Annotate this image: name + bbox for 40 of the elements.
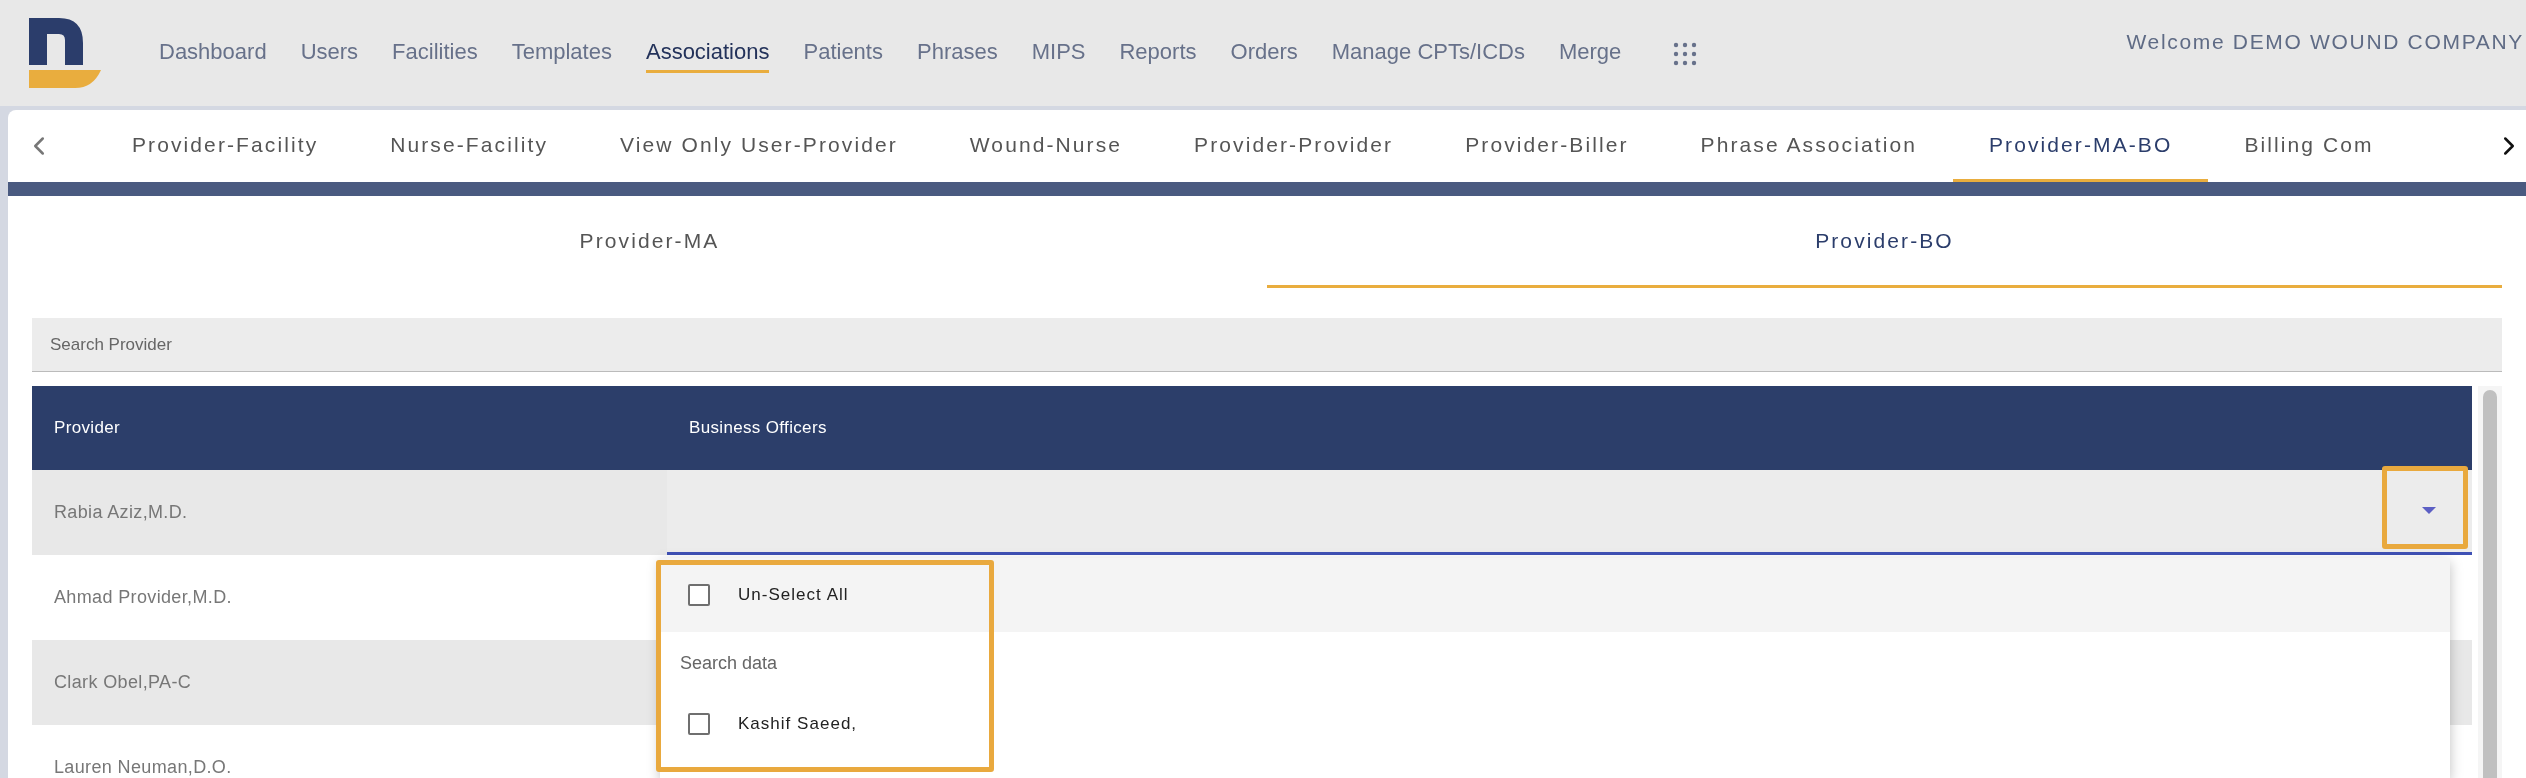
welcome-text: Welcome DEMO WOUND COMPANY (2126, 29, 2525, 55)
tab[interactable]: Provider-Provider (1158, 110, 1430, 182)
nav-link[interactable]: Reports (1119, 35, 1197, 73)
apps-grid-icon[interactable] (1673, 42, 1698, 66)
tab[interactable]: Wound-Nurse (933, 110, 1159, 182)
nav-link[interactable]: Facilities (392, 35, 478, 73)
search-data-field[interactable]: Search data (674, 643, 964, 683)
dropdown-arrow-icon[interactable] (2422, 507, 2436, 515)
checkbox[interactable] (688, 584, 710, 606)
sub-tab[interactable]: Provider-MA (32, 196, 1267, 288)
nav-link[interactable]: Templates (511, 35, 612, 73)
nav-link[interactable]: MIPS (1031, 35, 1086, 73)
tab[interactable]: Provider-Facility (96, 110, 355, 182)
tab[interactable]: Phrase Association (1664, 110, 1953, 182)
nav-link[interactable]: Manage CPTs/ICDs (1331, 35, 1525, 73)
nav-link[interactable]: Orders (1230, 35, 1298, 73)
table-cell-text: Lauren Neuman,D.O. (54, 756, 232, 778)
sub-tab[interactable]: Provider-BO (1267, 196, 2502, 288)
nav-link[interactable]: Associations (645, 35, 770, 73)
tab[interactable]: Provider-Biller (1429, 110, 1665, 182)
menu-item[interactable]: Un-Select All (660, 558, 2450, 632)
nav-link[interactable]: Patients (803, 35, 883, 73)
search-field[interactable]: Search Provider (32, 318, 2502, 372)
column-header: Business Officers (688, 417, 828, 440)
table-cell-text: Clark Obel,PA-C (54, 671, 192, 694)
menu-item-label: Kashif Saeed, (738, 713, 858, 736)
menu-item[interactable]: Kashif Saeed, (674, 694, 974, 754)
menu-item-label: Un-Select All (738, 584, 849, 607)
nav-link[interactable]: Users (300, 35, 359, 73)
select-field[interactable] (667, 470, 2472, 555)
nav-link[interactable]: Merge (1558, 35, 1622, 73)
tab[interactable]: Nurse-Facility (354, 110, 584, 182)
checkbox[interactable] (688, 713, 710, 735)
nav-link[interactable]: Dashboard (159, 35, 267, 73)
tab[interactable]: Billing Com (2208, 110, 2410, 182)
nav-link[interactable]: Phrases (916, 35, 998, 73)
table-cell-text: Rabia Aziz,M.D. (54, 501, 188, 524)
tab[interactable]: View Only User-Provider (584, 110, 934, 182)
column-header: Provider (53, 417, 122, 440)
table-cell-text: Ahmad Provider,M.D. (54, 586, 232, 609)
